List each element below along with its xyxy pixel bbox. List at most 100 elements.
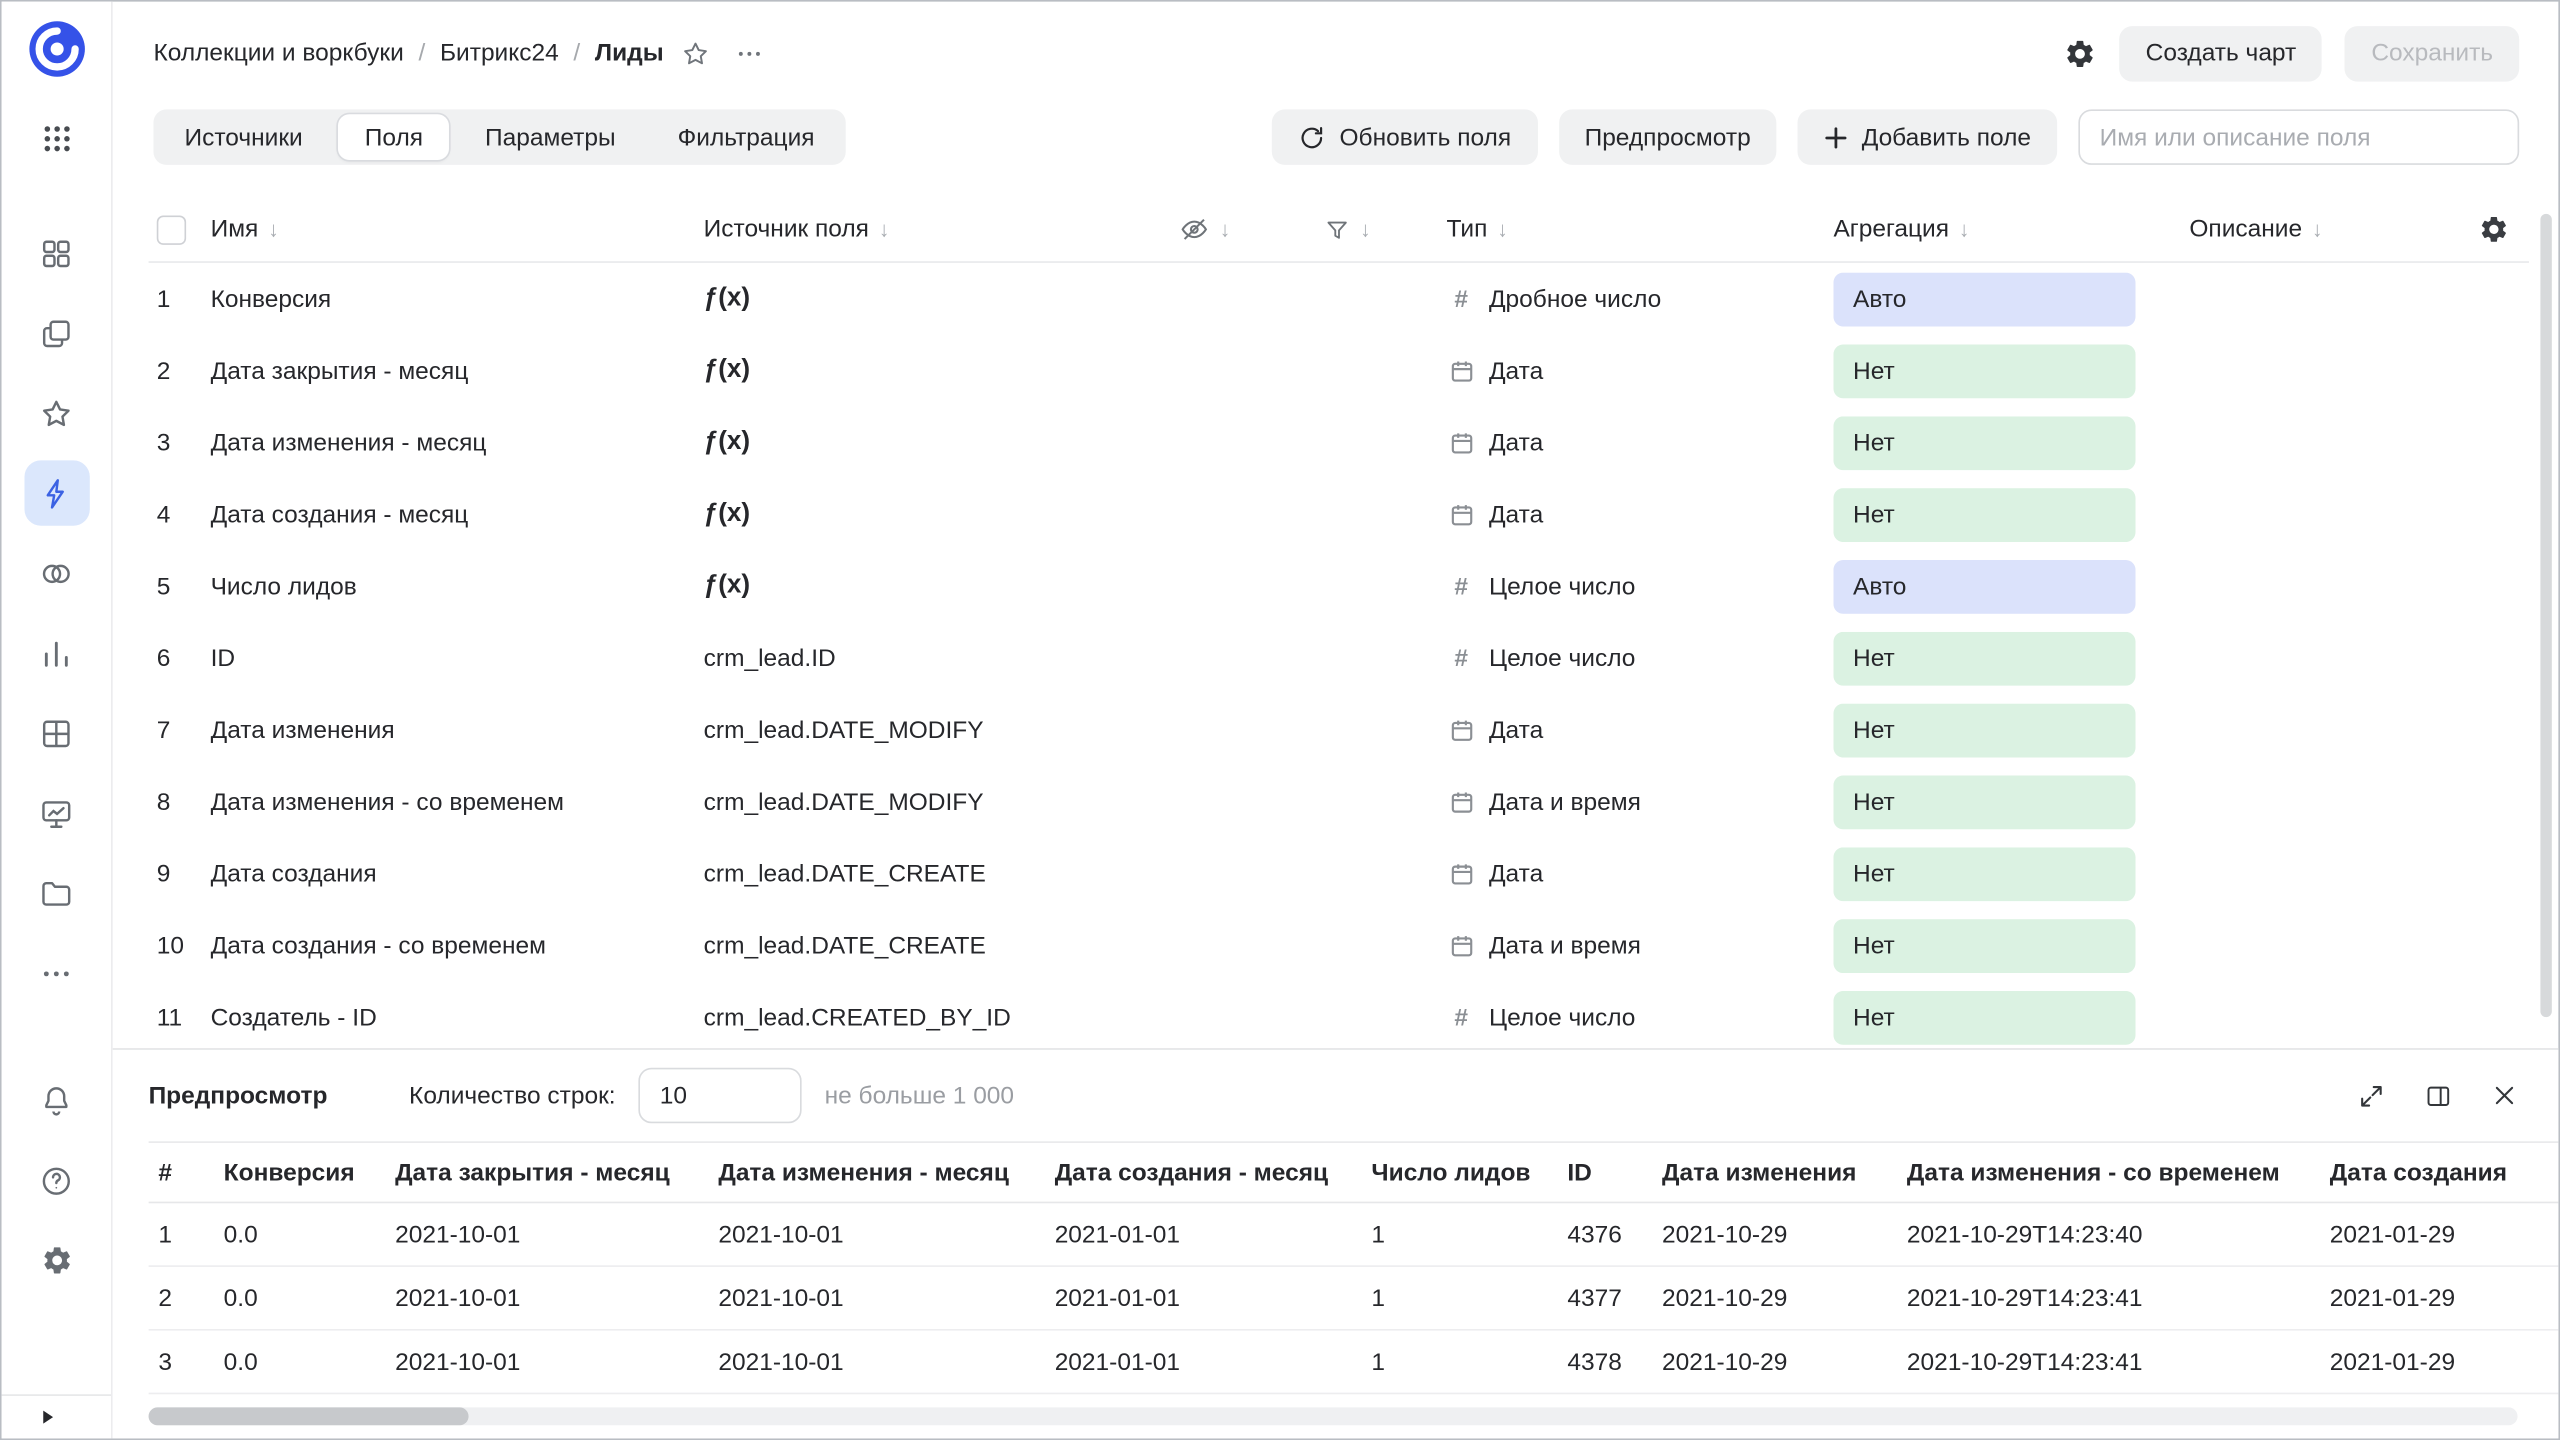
tab-sources[interactable]: Источники [153,109,333,165]
aggregation-badge[interactable]: Нет [1833,416,2135,470]
field-row[interactable]: 11 Создатель - ID crm_lead.CREATED_BY_ID… [149,981,2529,1048]
add-field-button[interactable]: Добавить поле [1798,109,2057,165]
tab-filtration[interactable]: Фильтрация [647,109,846,165]
field-row[interactable]: 10 Дата создания - со временем crm_lead.… [149,909,2529,981]
sidebar-item-dashboards[interactable] [24,780,89,845]
field-type-label: Целое число [1489,572,1635,600]
dataset-toolbar: Источники Поля Параметры Фильтрация Обно… [113,104,2559,169]
calendar-type-icon [1447,789,1476,813]
preview-toggle-button[interactable]: Предпросмотр [1558,109,1776,165]
aggregation-badge[interactable]: Авто [1833,272,2135,326]
field-name[interactable]: Дата изменения - со временем [211,788,704,816]
apps-grid-icon[interactable] [40,122,73,155]
column-header-visibility[interactable]: ↓ [1169,214,1308,245]
more-actions-icon[interactable] [735,38,764,67]
aggregation-badge[interactable]: Нет [1833,344,2135,398]
expand-sidebar-icon[interactable] [38,1407,58,1427]
refresh-fields-button[interactable]: Обновить поля [1273,109,1538,165]
field-row[interactable]: 6 ID crm_lead.ID # Целое число Нет [149,622,2529,694]
field-row[interactable]: 2 Дата закрытия - месяц ƒ(x) Дата Нет [149,335,2529,407]
datalens-logo-icon[interactable] [25,18,87,80]
notifications-button[interactable] [24,1068,89,1133]
preview-column-header: Дата создания [2330,1158,2559,1186]
help-button[interactable] [24,1148,89,1213]
field-type[interactable]: # Дробное число [1422,285,1833,313]
field-row[interactable]: 1 Конверсия ƒ(x) # Дробное число Авто [149,263,2529,335]
field-name[interactable]: Конверсия [211,285,704,313]
column-header-source[interactable]: Источник поля ↓ [704,216,1169,244]
field-type[interactable]: # Целое число [1422,644,1833,672]
field-row[interactable]: 8 Дата изменения - со временем crm_lead.… [149,766,2529,838]
field-type[interactable]: Дата и время [1422,931,1833,959]
settings-button[interactable] [24,1228,89,1293]
field-name[interactable]: Число лидов [211,572,704,600]
breadcrumb-workbook[interactable]: Битрикс24 [440,39,559,67]
field-name[interactable]: Дата изменения [211,716,704,744]
sidebar-item-workbooks[interactable] [24,300,89,365]
column-header-filter[interactable]: ↓ [1308,216,1422,242]
field-row[interactable]: 7 Дата изменения crm_lead.DATE_MODIFY Да… [149,694,2529,766]
sidebar-item-charts[interactable] [24,620,89,685]
number-type-icon: # [1447,644,1476,672]
dataset-settings-gear-icon[interactable] [2064,37,2097,70]
table-settings-gear-icon[interactable] [2457,214,2529,245]
field-type[interactable]: Дата [1422,716,1833,744]
favorite-star-icon[interactable] [682,38,711,67]
preview-cell: 2021-10-01 [395,1220,718,1248]
field-name[interactable]: Дата создания - со временем [211,931,704,959]
aggregation-badge[interactable]: Нет [1833,703,2135,757]
sidebar-item-connections[interactable] [24,460,89,525]
create-chart-button[interactable]: Создать чарт [2120,25,2323,81]
aggregation-badge[interactable]: Авто [1833,559,2135,613]
expand-preview-icon[interactable] [2358,1082,2386,1110]
field-row[interactable]: 4 Дата создания - месяц ƒ(x) Дата Нет [149,478,2529,550]
field-type[interactable]: Дата [1422,860,1833,888]
field-name[interactable]: Дата создания [211,860,704,888]
aggregation-badge[interactable]: Нет [1833,918,2135,972]
field-row[interactable]: 9 Дата создания crm_lead.DATE_CREATE Дат… [149,838,2529,910]
field-type[interactable]: Дата [1422,429,1833,457]
breadcrumb-collections[interactable]: Коллекции и воркбуки [153,39,403,67]
preview-panel: Предпросмотр Количество строк: не больше… [113,1048,2559,1438]
horizontal-scrollbar-thumb[interactable] [149,1407,469,1425]
field-type[interactable]: Дата [1422,500,1833,528]
aggregation-badge[interactable]: Нет [1833,487,2135,541]
sidebar-item-collections[interactable] [24,220,89,285]
aggregation-badge[interactable]: Нет [1833,847,2135,901]
field-type[interactable]: # Целое число [1422,572,1833,600]
field-type-label: Дата [1489,429,1543,457]
sidebar-item-datasets[interactable] [24,540,89,605]
save-button[interactable]: Сохранить [2345,25,2519,81]
preview-title: Предпросмотр [149,1082,328,1110]
tab-fields[interactable]: Поля [339,114,449,160]
column-header-type[interactable]: Тип ↓ [1422,216,1833,244]
field-name[interactable]: Дата изменения - месяц [211,429,704,457]
row-count-input[interactable] [638,1068,801,1124]
aggregation-badge[interactable]: Нет [1833,631,2135,685]
field-name[interactable]: ID [211,644,704,672]
aggregation-badge[interactable]: Нет [1833,775,2135,829]
field-name[interactable]: Дата создания - месяц [211,500,704,528]
field-type[interactable]: # Целое число [1422,1003,1833,1031]
column-header-name[interactable]: Имя ↓ [211,216,704,244]
field-row[interactable]: 5 Число лидов ƒ(x) # Целое число Авто [149,550,2529,622]
sidebar-item-tables[interactable] [24,700,89,765]
vertical-scrollbar[interactable] [2540,214,2551,1017]
sidebar-item-more[interactable] [24,940,89,1005]
sidebar-item-favorites[interactable] [24,380,89,445]
aggregation-badge[interactable]: Нет [1833,990,2135,1044]
dock-preview-icon[interactable] [2424,1082,2452,1110]
column-header-description[interactable]: Описание ↓ [2157,216,2457,244]
field-type[interactable]: Дата [1422,357,1833,385]
sidebar-item-files[interactable] [24,860,89,925]
field-type[interactable]: Дата и время [1422,788,1833,816]
field-name[interactable]: Дата закрытия - месяц [211,357,704,385]
column-header-aggregation[interactable]: Агрегация ↓ [1833,216,2156,244]
eye-slash-icon [1179,214,1210,245]
tab-parameters[interactable]: Параметры [454,109,647,165]
select-all-checkbox[interactable] [157,215,186,244]
field-search-input[interactable] [2078,109,2519,165]
field-row[interactable]: 3 Дата изменения - месяц ƒ(x) Дата Нет [149,407,2529,479]
close-preview-icon[interactable] [2491,1082,2517,1108]
field-name[interactable]: Создатель - ID [211,1003,704,1031]
